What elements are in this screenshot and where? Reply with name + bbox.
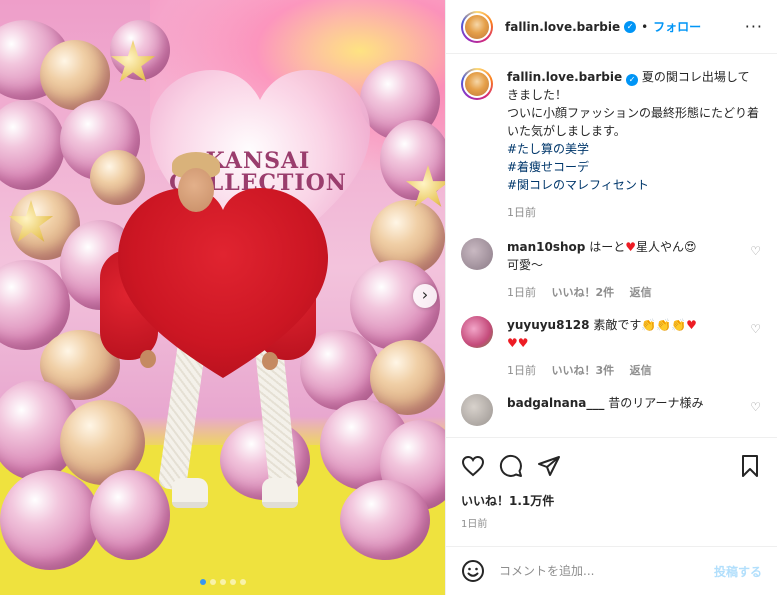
carousel-dot	[229, 579, 236, 585]
separator-dot: •	[641, 19, 649, 34]
carousel-dot	[199, 579, 206, 585]
comments-scroll-area[interactable]: fallin.love.barbie ✓ 夏の関コレ出場してきました！ ついに小顔…	[446, 54, 777, 437]
balloon	[340, 480, 430, 560]
post-side-panel: fallin.love.barbie ✓ • フォロー ··· fallin.l…	[445, 0, 777, 595]
comment-likes[interactable]: いいね！2件	[552, 286, 615, 299]
next-photo-button[interactable]: ›	[413, 284, 437, 308]
like-comment-heart-icon[interactable]: ♡	[750, 394, 761, 426]
comment-time: 1日前	[507, 286, 536, 299]
follow-button[interactable]: フォロー	[653, 18, 701, 35]
reply-button[interactable]: 返信	[630, 364, 652, 377]
commenter-avatar[interactable]	[461, 238, 493, 270]
balloon	[90, 470, 170, 560]
comment-text: 素敵です	[593, 318, 642, 332]
commenter-avatar[interactable]	[461, 316, 493, 348]
comment-text: はーと	[589, 240, 626, 254]
reply-button[interactable]: 返信	[630, 286, 652, 299]
red-heart-emoji-icon: ♥♥	[507, 336, 529, 350]
like-heart-icon[interactable]	[461, 454, 485, 478]
comment: yuyuyu8128 素敵です👏👏👏♥ ♥♥ 1日前 いいね！3件 返信 ♡	[461, 316, 761, 380]
carousel-dot	[239, 579, 246, 585]
clap-emoji-icon: 👏👏👏	[641, 318, 687, 332]
more-options-icon[interactable]: ···	[745, 17, 763, 36]
red-heart-emoji-icon: ♥	[686, 318, 697, 332]
hashtag-link[interactable]: #関コレのマレフィセント	[507, 176, 761, 194]
model-boot	[172, 478, 208, 508]
caption-username[interactable]: fallin.love.barbie	[507, 70, 622, 84]
commenter-username[interactable]: yuyuyu8128	[507, 318, 590, 332]
author-avatar[interactable]	[461, 68, 493, 100]
balloon	[0, 100, 65, 190]
red-heart-emoji-icon: ♥	[625, 240, 636, 254]
emoji-picker-icon[interactable]	[461, 559, 485, 583]
post-actions: いいね！1.1万件 1日前	[446, 437, 777, 530]
post-header: fallin.love.barbie ✓ • フォロー ···	[446, 0, 777, 54]
post-comment-button[interactable]: 投稿する	[714, 563, 762, 580]
hashtag-link[interactable]: #たし算の美学	[507, 140, 761, 158]
comment: badgalnana___ 昔のリアーナ様み ♡	[461, 394, 761, 426]
model-hand	[262, 352, 278, 370]
model-face	[178, 168, 214, 212]
comment-text: 昔のリアーナ様み	[608, 396, 704, 410]
add-comment-bar: 投稿する	[446, 546, 777, 595]
comment-text: 可愛〜	[507, 258, 544, 272]
model-hand	[140, 350, 156, 368]
commenter-username[interactable]: badgalnana___	[507, 396, 604, 410]
caption-time: 1日前	[507, 206, 536, 219]
author-username[interactable]: fallin.love.barbie	[505, 20, 620, 34]
like-comment-heart-icon[interactable]: ♡	[750, 316, 761, 380]
like-comment-heart-icon[interactable]: ♡	[750, 238, 761, 302]
verified-badge-icon: ✓	[626, 74, 639, 86]
save-bookmark-icon[interactable]	[738, 454, 762, 478]
like-count[interactable]: いいね！1.1万件	[461, 492, 762, 509]
verified-badge-icon: ✓	[624, 20, 637, 33]
commenter-avatar[interactable]	[461, 394, 493, 426]
comment: man10shop はーと♥星人やん😍 可愛〜 1日前 いいね！2件 返信 ♡	[461, 238, 761, 302]
share-paper-plane-icon[interactable]	[537, 454, 561, 478]
balloon	[90, 150, 145, 205]
balloon	[0, 470, 100, 570]
comment-time: 1日前	[507, 364, 536, 377]
model-boot	[262, 478, 298, 508]
carousel-dot	[219, 579, 226, 585]
heart-eyes-emoji-icon: 😍	[684, 240, 697, 254]
hashtag-link[interactable]: #着痩せコーデ	[507, 158, 761, 176]
carousel-dot	[209, 579, 216, 585]
instagram-post: KANSAI COLLECTION …N WINTER › fallin.lov…	[0, 0, 777, 595]
post-date: 1日前	[461, 519, 488, 530]
commenter-username[interactable]: man10shop	[507, 240, 585, 254]
post-photo[interactable]: KANSAI COLLECTION …N WINTER ›	[0, 0, 445, 595]
comment-likes[interactable]: いいね！3件	[552, 364, 615, 377]
author-avatar[interactable]	[461, 10, 493, 43]
comment-input[interactable]	[499, 564, 714, 578]
comment-bubble-icon[interactable]	[499, 454, 523, 478]
carousel-indicator	[0, 574, 445, 588]
caption: fallin.love.barbie ✓ 夏の関コレ出場してきました！ ついに小顔…	[461, 68, 761, 222]
comment-text: 星人やん	[635, 240, 684, 254]
